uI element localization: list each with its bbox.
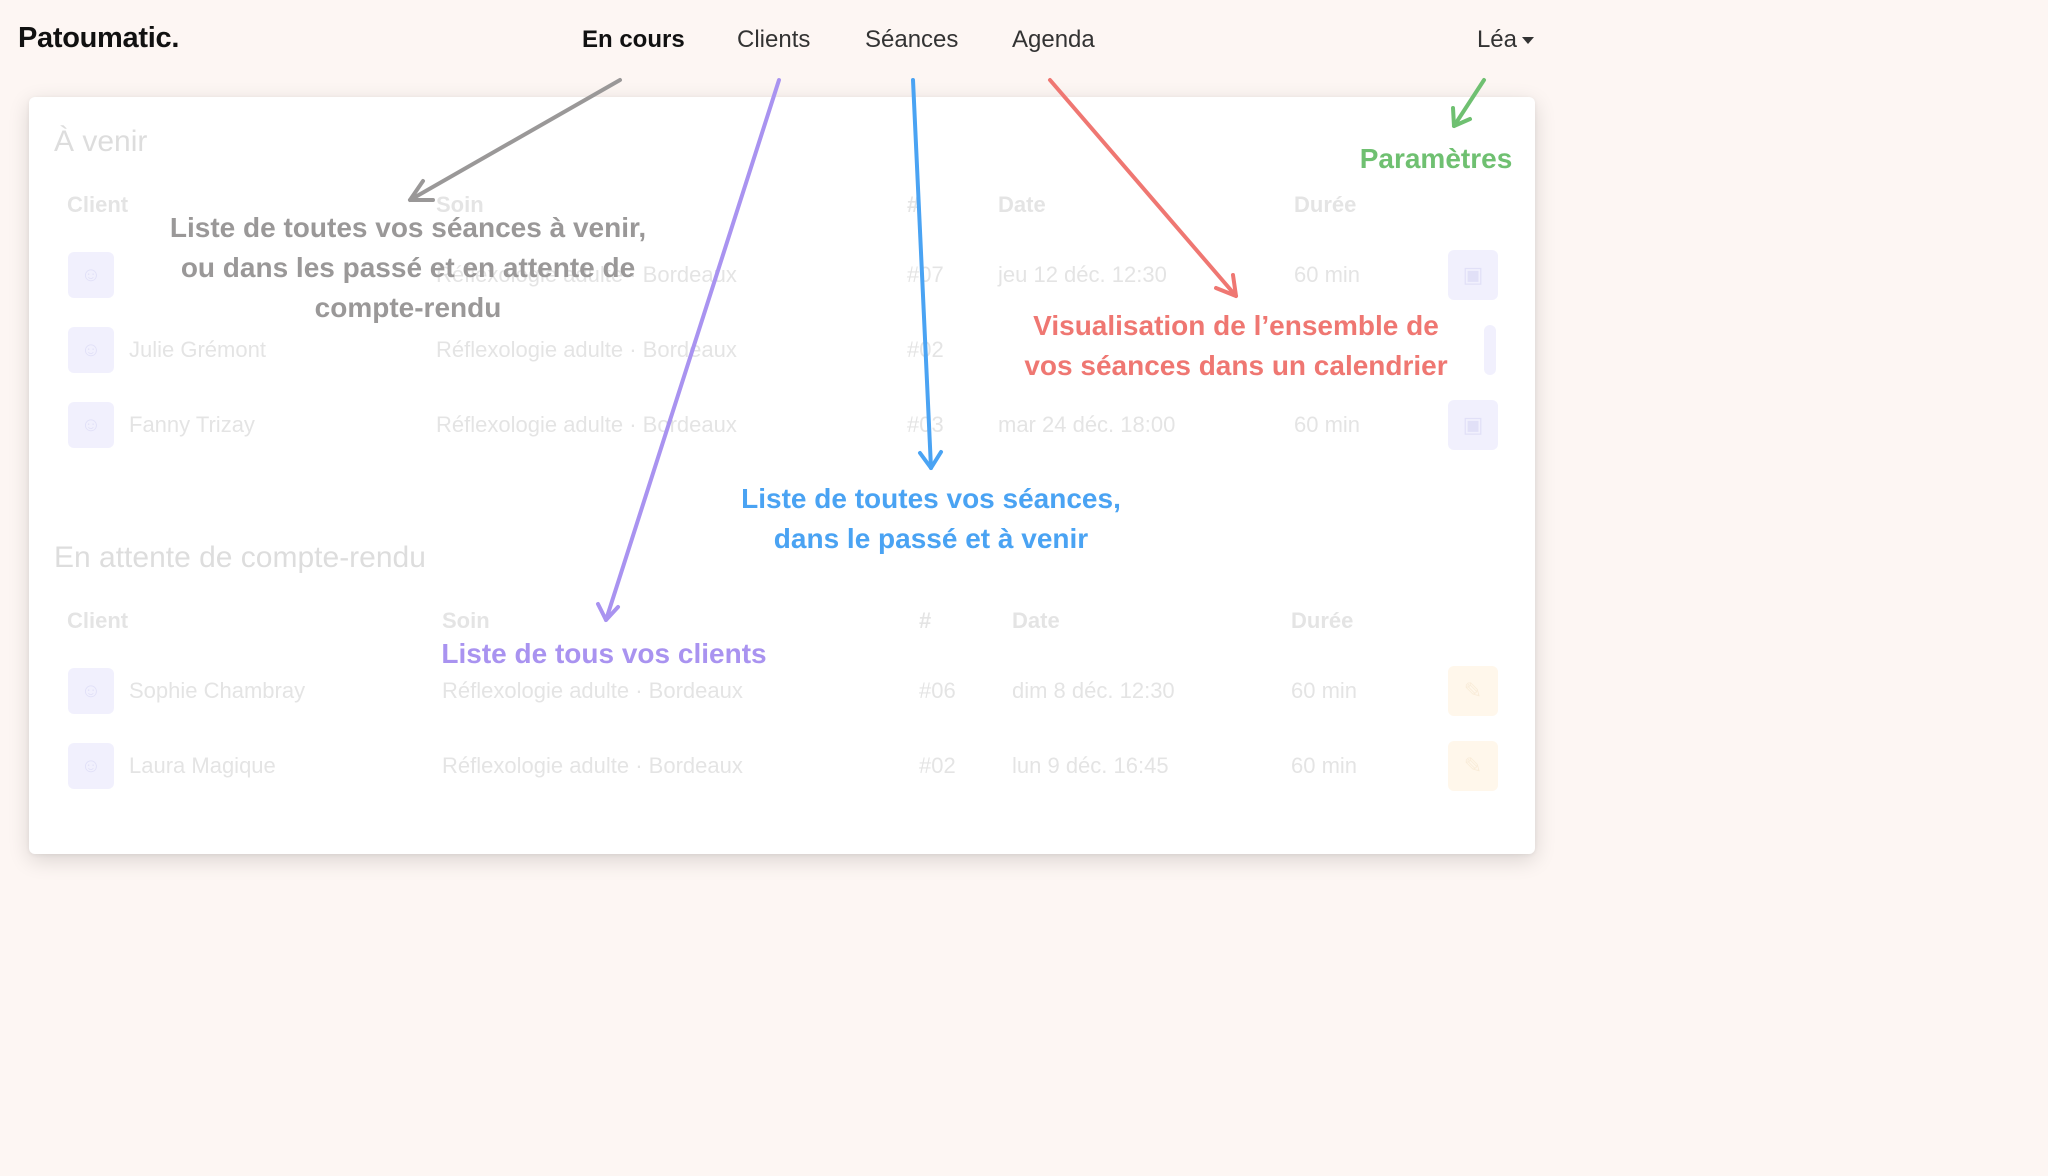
calendar-icon[interactable]: ▣	[1448, 400, 1498, 450]
row-date: jeu 12 déc. 12:30	[998, 262, 1167, 287]
user-menu[interactable]: Léa	[1477, 26, 1534, 54]
row-num: #07	[907, 262, 944, 287]
col-header-duree: Durée	[1291, 608, 1354, 633]
row-num: #02	[919, 753, 956, 778]
annotation-seances: Liste de toutes vos séances, dans le pas…	[681, 479, 1181, 559]
row-duree: 60 min	[1291, 678, 1358, 703]
row-date: lun 9 déc. 16:45	[1012, 753, 1169, 778]
row-soin: Réflexologie adulte · Bordeaux	[436, 337, 737, 362]
nav-link-clients[interactable]: Clients	[737, 26, 810, 54]
row-duree: 60 min	[1294, 412, 1361, 437]
document-icon[interactable]: ✎	[1448, 666, 1498, 716]
brand-logo[interactable]: Patoumatic.	[18, 22, 179, 55]
top-navbar: Patoumatic. En cours Clients Séances Age…	[0, 0, 1568, 84]
nav-link-seances[interactable]: Séances	[865, 26, 958, 54]
row-num: #06	[919, 678, 956, 703]
row-soin: Réflexologie adulte · Bordeaux	[436, 412, 737, 437]
annotation-line: compte-rendu	[314, 292, 502, 323]
row-client[interactable]: Sophie Chambray	[129, 678, 305, 704]
row-soin: Réflexologie adulte · Bordeaux	[442, 753, 743, 778]
row-client[interactable]: Julie Grémont	[129, 337, 266, 363]
row-client[interactable]: Laura Magique	[129, 753, 276, 779]
annotation-line: Liste de toutes vos séances,	[741, 483, 1121, 514]
row-num: #03	[907, 412, 944, 437]
nav-link-agenda[interactable]: Agenda	[1012, 26, 1095, 54]
annotation-en-cours: Liste de toutes vos séances à venir, ou …	[108, 208, 708, 328]
user-icon: ☺	[68, 743, 114, 789]
user-name: Léa	[1476, 26, 1517, 53]
col-header-date: Date	[998, 192, 1046, 217]
nav-link-en-cours[interactable]: En cours	[582, 26, 685, 54]
calendar-icon[interactable]: ▣	[1448, 250, 1498, 300]
col-header-date: Date	[1012, 608, 1060, 633]
user-icon: ☺	[68, 327, 114, 373]
annotation-line: Liste de toutes vos séances à venir,	[169, 212, 647, 243]
row-date: dim 8 déc. 12:30	[1012, 678, 1175, 703]
annotation-line: dans le passé et à venir	[773, 523, 1089, 554]
section-title-upcoming: À venir	[54, 125, 148, 158]
col-header-client: Client	[67, 608, 129, 633]
document-icon[interactable]: ✎	[1448, 741, 1498, 791]
user-icon: ☺	[68, 402, 114, 448]
col-header-num: #	[907, 192, 920, 217]
col-header-duree: Durée	[1294, 192, 1357, 217]
annotation-clients: Liste de tous vos clients	[441, 638, 767, 669]
col-header-num: #	[919, 608, 932, 633]
caret-down-icon	[1522, 37, 1534, 45]
annotation-agenda: Visualisation de l’ensemble de vos séanc…	[976, 306, 1496, 386]
col-header-soin: Soin	[442, 608, 490, 633]
row-soin: Réflexologie adulte · Bordeaux	[442, 678, 743, 703]
user-icon: ☺	[68, 668, 114, 714]
row-duree: 60 min	[1291, 753, 1358, 778]
row-duree: 60 min	[1294, 262, 1361, 287]
row-date: mar 24 déc. 18:00	[998, 412, 1176, 437]
section-title-pending: En attente de compte-rendu	[54, 541, 426, 574]
annotation-line: vos séances dans un calendrier	[1024, 350, 1448, 381]
annotation-parametres: Paramètres	[1359, 143, 1513, 174]
row-client[interactable]: Fanny Trizay	[129, 412, 255, 438]
row-num: #02	[907, 337, 944, 362]
annotation-line: ou dans les passé et en attente de	[180, 252, 636, 283]
annotation-line: Visualisation de l’ensemble de	[1033, 310, 1439, 341]
